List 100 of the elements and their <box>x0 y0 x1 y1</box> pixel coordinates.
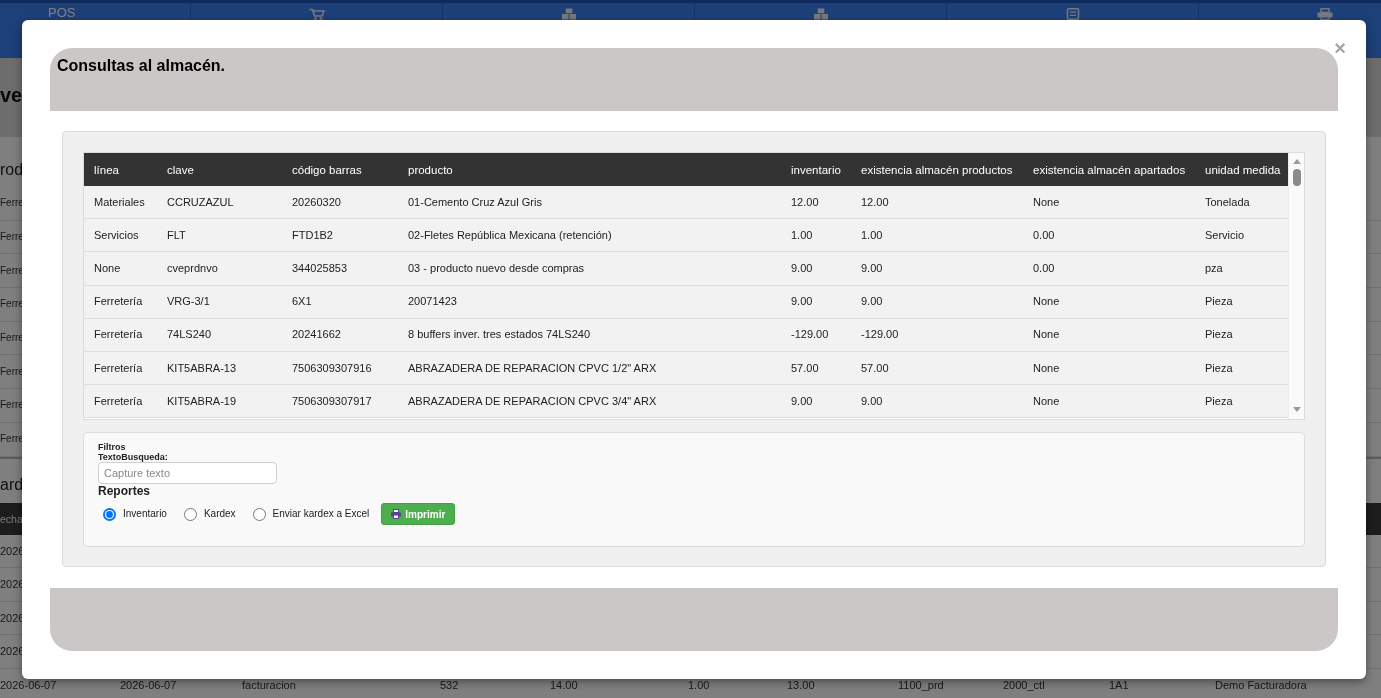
table-cell-text: 6X1 <box>291 295 312 309</box>
printer-icon <box>391 509 402 519</box>
table-cell-text: 8 buffers inver. tres estados 74LS240 <box>407 328 591 342</box>
table-cell: Ferre <box>0 231 24 244</box>
column-header: línea <box>93 162 119 177</box>
table-cell: 1.00 <box>688 678 710 692</box>
table-cell-text: 74LS240 <box>166 328 212 342</box>
table-cell-text: None <box>1032 195 1060 209</box>
table-cell-text: KIT5ABRA-19 <box>166 394 237 408</box>
table-cell: 1A1 <box>1109 678 1129 692</box>
table-cell-text: 7506309307917 <box>291 394 372 408</box>
table-cell: Ferre <box>0 365 24 378</box>
table-cell-text: 9.00 <box>860 295 883 309</box>
column-header: unidad medida <box>1204 162 1281 177</box>
table-cell-text: 9.00 <box>860 394 883 408</box>
table-cell-text: Ferretería <box>93 295 143 309</box>
radio-button[interactable] <box>252 507 266 521</box>
table-cell-text: ABRAZADERA DE REPARACION CPVC 3/4" ARX <box>407 394 657 408</box>
column-header: clave <box>166 162 194 177</box>
option-label[interactable]: Kardex <box>203 508 236 520</box>
table-cell-text: 20071423 <box>407 295 457 309</box>
table-cell: Demo Facturadora <box>1215 678 1307 692</box>
printer-icon[interactable] <box>1316 8 1333 20</box>
table-cell-text: Ferretería <box>93 394 143 408</box>
table-cell: Ferre <box>0 197 24 210</box>
table-cell-text: 344025853 <box>291 261 348 275</box>
table-cell: Ferre <box>0 332 24 345</box>
option-label[interactable]: Inventario <box>123 508 167 520</box>
table-cell-text: Materiales <box>93 195 145 209</box>
table-cell-text: 9.00 <box>790 295 813 309</box>
column-header: echa <box>0 512 23 525</box>
table-cell-text: 9.00 <box>860 261 883 275</box>
dialog-title: Consultas al almacén. <box>57 56 226 75</box>
boxes-icon[interactable] <box>812 8 829 20</box>
table-cell-text: Pieza <box>1204 361 1233 375</box>
table-cell: Ferre <box>0 264 24 277</box>
table-cell-text: Pieza <box>1204 394 1233 408</box>
table-cell-text: Servicio <box>1204 228 1245 242</box>
down-arrow-icon[interactable] <box>1292 407 1301 412</box>
table-cell: 2026-06-07 <box>0 678 57 692</box>
column-header: código barras <box>291 162 362 177</box>
cart-icon[interactable] <box>308 8 325 20</box>
table-cell: 14.00 <box>550 678 578 692</box>
column-header: existencia almacén apartados <box>1032 162 1186 177</box>
table-cell-text: 57.00 <box>860 361 889 375</box>
table-cell-text: None <box>93 261 121 275</box>
table-cell-text: VRG-3/1 <box>166 295 210 309</box>
section-heading: rod <box>0 160 24 180</box>
page-title: ve <box>0 83 23 107</box>
document-icon[interactable] <box>1064 8 1081 20</box>
table-cell-text: 7506309307916 <box>291 361 372 375</box>
table-cell-text: None <box>1032 394 1060 408</box>
table-cell-text: 20241662 <box>291 328 341 342</box>
table-cell: 13.00 <box>787 678 815 692</box>
table-cell: facturacion <box>242 678 296 692</box>
table-cell-text: 01-Cemento Cruz Azul Gris <box>407 195 542 209</box>
table-cell-text: FLT <box>166 228 186 242</box>
table-cell-text: 20260320 <box>291 195 341 209</box>
field-label: TextoBusqueda: <box>98 452 168 462</box>
radio-button[interactable] <box>103 507 116 521</box>
table-cell: 532 <box>440 678 459 692</box>
table-cell-text: cveprdnvo <box>166 261 218 275</box>
table-cell: Ferre <box>0 433 24 446</box>
table-cell-text: pza <box>1204 261 1223 275</box>
column-header: producto <box>407 162 453 177</box>
filter-heading: Filtros <box>98 442 126 452</box>
table-cell-text: 1.00 <box>790 228 813 242</box>
option-label[interactable]: Enviar kardex a Excel <box>272 508 370 520</box>
search-field[interactable]: Capture texto <box>98 462 277 484</box>
table-cell-text: None <box>1032 295 1060 309</box>
table-cell-text: 0.00 <box>1032 261 1055 275</box>
table-cell-text: Pieza <box>1204 295 1233 309</box>
table-cell-text: 9.00 <box>790 261 813 275</box>
section-heading: ard <box>0 474 24 495</box>
table-cell: 2000_ctl <box>1003 678 1045 692</box>
table-cell: 1100_prd <box>898 678 944 692</box>
table-cell: Ferre <box>0 298 24 311</box>
table-cell-text: 9.00 <box>790 394 813 408</box>
radio-button[interactable] <box>183 507 197 521</box>
table-cell-text: -129.00 <box>860 328 899 342</box>
table-cell-text: ABRAZADERA DE REPARACION CPVC 1/2" ARX <box>407 361 657 375</box>
table-cell-text: 12.00 <box>790 195 819 209</box>
up-arrow-icon[interactable] <box>1292 159 1301 164</box>
section-heading: Reportes <box>98 484 150 498</box>
column-header: existencia almacén productos <box>860 162 1013 177</box>
table-cell-text: 1.00 <box>860 228 883 242</box>
table-cell-text: -129.00 <box>790 328 829 342</box>
table-cell-text: 57.00 <box>790 361 819 375</box>
table-cell-text: Tonelada <box>1204 195 1250 209</box>
table-cell-text: Ferretería <box>93 361 143 375</box>
table-cell-text: 02-Fletes República Mexicana (retención) <box>407 228 612 242</box>
table-cell-text: None <box>1032 328 1060 342</box>
table-cell-text: Ferretería <box>93 328 143 342</box>
table-cell-text: None <box>1032 361 1060 375</box>
table-cell-text: CCRUZAZUL <box>166 195 234 209</box>
boxes-icon[interactable] <box>560 8 577 20</box>
scrollbar[interactable] <box>1288 153 1304 419</box>
table-cell-text: 03 - producto nuevo desde compras <box>407 261 585 275</box>
scrollbar-thumb[interactable] <box>1292 169 1301 186</box>
table-cell-text: Pieza <box>1204 328 1233 342</box>
